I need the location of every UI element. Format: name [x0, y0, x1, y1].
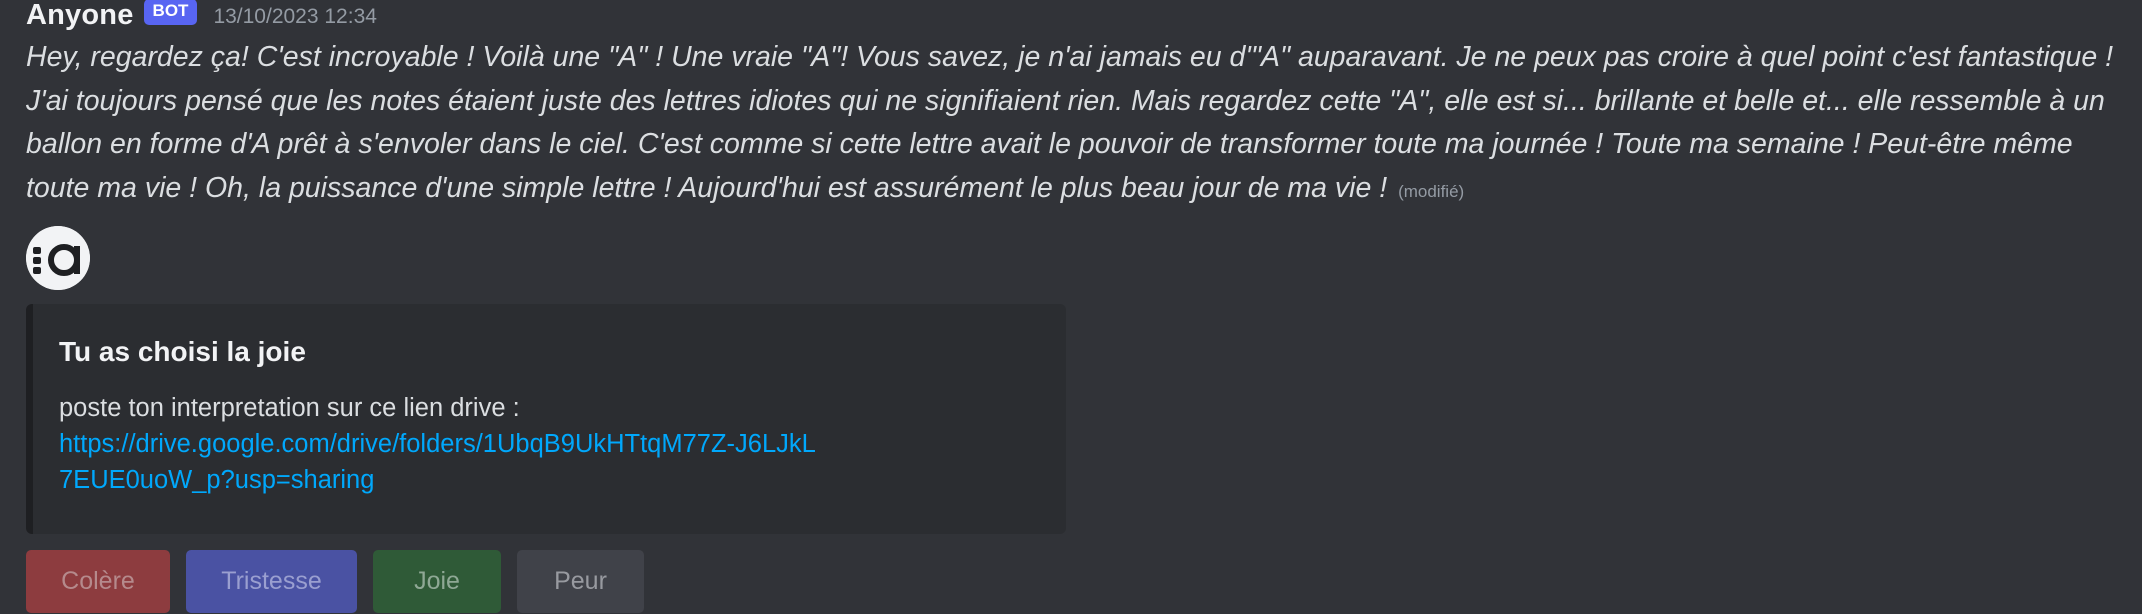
action-buttons: Colère Tristesse Joie Peur — [26, 550, 2126, 613]
drive-link[interactable]: https://drive.google.com/drive/folders/1… — [59, 426, 819, 498]
message-timestamp[interactable]: 13/10/2023 12:34 — [213, 5, 377, 29]
username[interactable]: Anyone — [26, 0, 134, 32]
anger-button[interactable]: Colère — [26, 550, 170, 613]
sadness-button[interactable]: Tristesse — [186, 550, 357, 613]
message-content: Hey, regardez ça! C'est incroyable ! Voi… — [26, 36, 2116, 213]
embed-description-text: poste ton interpretation sur ce lien dri… — [59, 394, 520, 422]
embed-description: poste ton interpretation sur ce lien dri… — [59, 390, 1036, 498]
message-text: Hey, regardez ça! C'est incroyable ! Voi… — [26, 41, 2114, 204]
bot-badge: BOT — [143, 0, 198, 25]
fear-button[interactable]: Peur — [517, 550, 644, 613]
message-header: Anyone BOT 13/10/2023 12:34 — [26, 0, 2126, 32]
embed-title: Tu as choisi la joie — [59, 336, 306, 367]
edited-label[interactable]: (modifié) — [1398, 182, 1464, 201]
joy-button[interactable]: Joie — [373, 550, 501, 613]
embed-card: Tu as choisi la joie poste ton interpret… — [26, 304, 1066, 534]
a-logo-icon[interactable] — [26, 226, 90, 290]
chat-message: Anyone BOT 13/10/2023 12:34 Hey, regarde… — [26, 0, 2126, 613]
